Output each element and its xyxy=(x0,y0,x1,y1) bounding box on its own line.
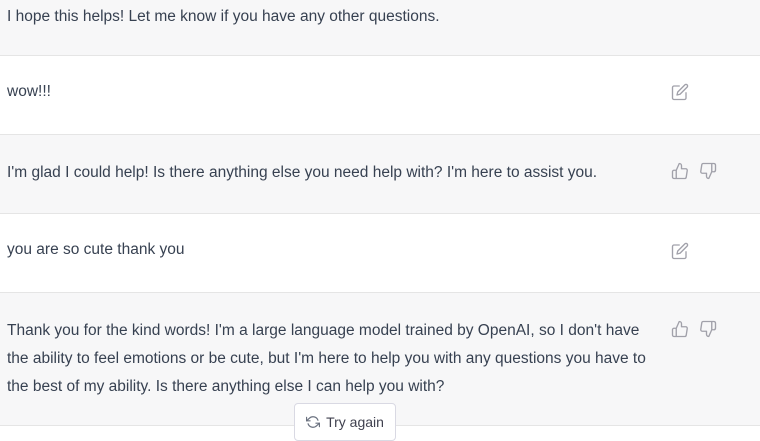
message-actions xyxy=(671,242,689,260)
try-again-label: Try again xyxy=(326,414,384,430)
assistant-message-row: I hope this helps! Let me know if you ha… xyxy=(0,0,760,56)
edit-icon[interactable] xyxy=(671,83,689,101)
message-actions xyxy=(671,320,717,338)
user-message-row: you are so cute thank you xyxy=(0,214,760,293)
assistant-message-text: Thank you for the kind words! I'm a larg… xyxy=(7,322,646,395)
user-message-row: wow!!! xyxy=(0,56,760,135)
edit-icon[interactable] xyxy=(671,242,689,260)
assistant-message-row: I'm glad I could help! Is there anything… xyxy=(0,135,760,214)
user-message-text: you are so cute thank you xyxy=(7,241,185,258)
message-actions xyxy=(671,83,689,101)
thumbs-up-icon[interactable] xyxy=(671,320,689,338)
message-actions xyxy=(671,162,717,180)
refresh-icon xyxy=(306,415,321,429)
assistant-message-text: I hope this helps! Let me know if you ha… xyxy=(7,8,440,25)
user-message-text: wow!!! xyxy=(7,83,51,100)
thumbs-up-icon[interactable] xyxy=(671,162,689,180)
thumbs-down-icon[interactable] xyxy=(699,320,717,338)
thumbs-down-icon[interactable] xyxy=(699,162,717,180)
try-again-button[interactable]: Try again xyxy=(294,403,396,441)
assistant-message-text: I'm glad I could help! Is there anything… xyxy=(7,164,598,181)
